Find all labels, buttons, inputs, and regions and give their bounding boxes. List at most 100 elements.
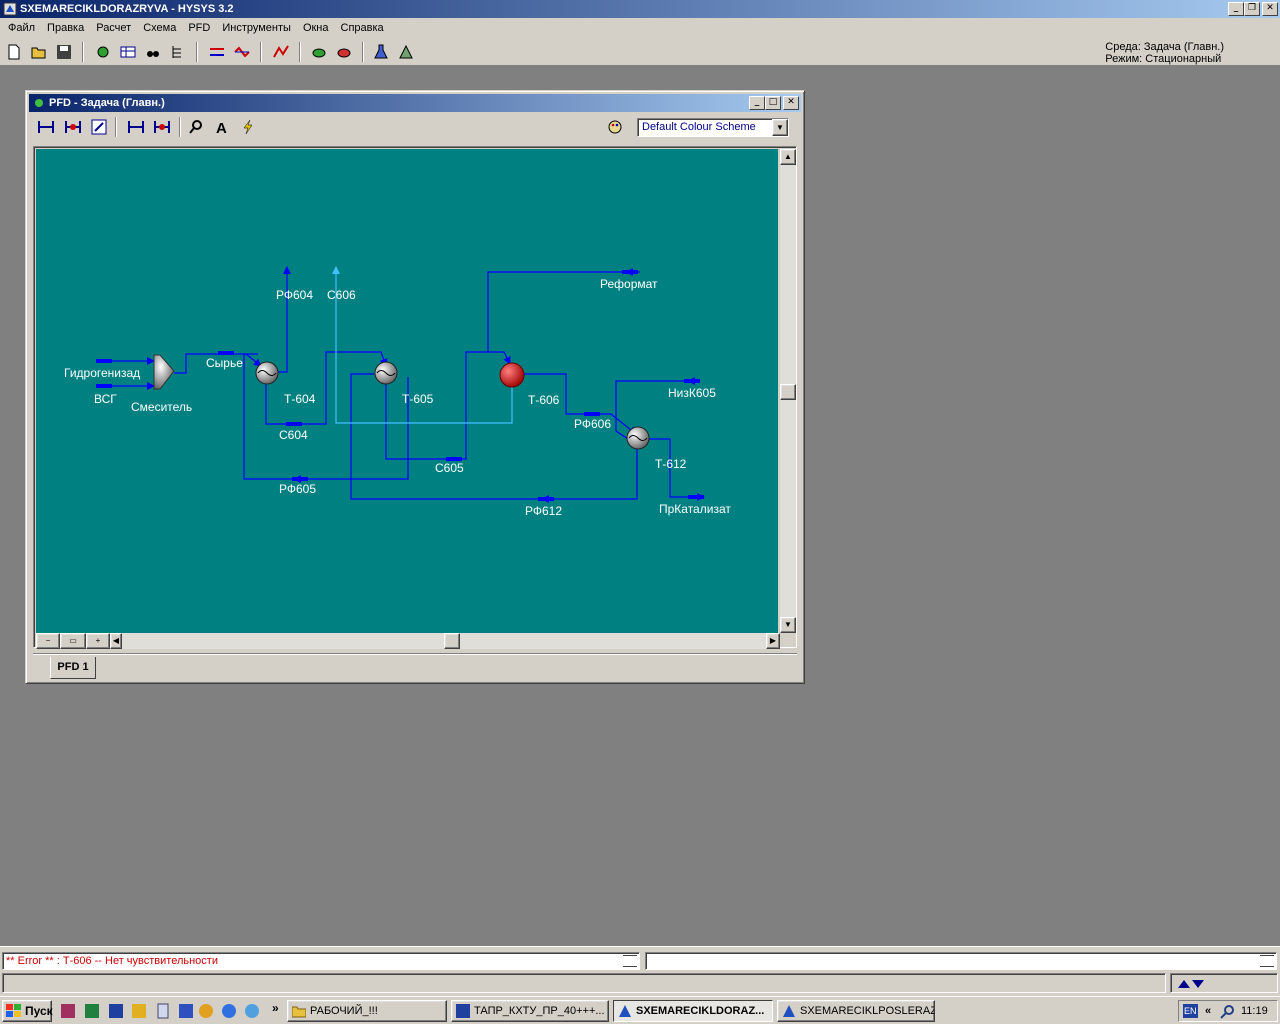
menu-bar: Файл Правка Расчет Схема PFD Инструменты… (0, 18, 1280, 38)
quicklaunch-more-icon[interactable]: » (272, 1001, 279, 1015)
attach-mode-icon[interactable] (125, 116, 147, 138)
resize-handle-icon[interactable] (1260, 955, 1274, 967)
status-area: ** Error ** : Т-606 -- Нет чувствительно… (0, 946, 1280, 996)
taskbar-item-folder[interactable]: РАБОЧИЙ_!!! (287, 1000, 447, 1022)
menu-help[interactable]: Справка (335, 18, 390, 38)
lightning-icon[interactable] (237, 116, 259, 138)
menu-calc[interactable]: Расчет (90, 18, 137, 38)
taskbar-item-hysys-2[interactable]: SXEMARECIKLPOSLERAZ... (777, 1000, 935, 1022)
pfd-window-icon (35, 99, 43, 107)
tray-expand-icon[interactable]: « (1205, 1001, 1211, 1021)
pfd-close-button[interactable]: ✕ (783, 96, 799, 110)
solver-controls (1170, 973, 1278, 993)
taskbar-item-hysys-active[interactable]: SXEMARECIKLDORAZ... (613, 1000, 773, 1022)
reactor-icon[interactable] (395, 41, 417, 63)
up-down-arrows-icon[interactable] (1177, 977, 1205, 989)
horizontal-scrollbar[interactable]: − ▭ + ◀ ▶ (36, 633, 780, 649)
binoculars-icon[interactable] (142, 41, 164, 63)
label-gidro: Гидрогенизад (64, 366, 140, 380)
reactor-t606[interactable] (499, 362, 525, 388)
media-player-icon[interactable] (198, 1003, 214, 1019)
palette-icon[interactable] (604, 116, 626, 138)
vertical-scroll-thumb[interactable] (780, 384, 796, 400)
mixer-unit[interactable] (153, 354, 175, 390)
outlook-icon[interactable] (131, 1003, 147, 1019)
access-icon[interactable] (60, 1003, 76, 1019)
text-label-icon[interactable]: A (211, 116, 233, 138)
label-c606: С606 (327, 288, 356, 302)
menu-pfd[interactable]: PFD (182, 18, 216, 38)
color-scheme-select[interactable]: Default Colour Scheme ▼ (637, 118, 789, 137)
stream-rf612[interactable] (350, 373, 638, 500)
scroll-right-icon[interactable]: ▶ (766, 633, 780, 649)
document-icon[interactable] (155, 1003, 171, 1019)
tab-pfd-1[interactable]: PFD 1 (50, 657, 96, 679)
status-bar (2, 973, 1166, 993)
outlook-express-icon[interactable] (244, 1003, 260, 1019)
label-rf605: РФ605 (279, 482, 316, 496)
label-c605: С605 (435, 461, 464, 475)
object-status-box (645, 952, 1277, 970)
dynamic-mode-icon[interactable] (333, 41, 355, 63)
exchanger-t612[interactable] (626, 426, 650, 450)
energy-stream-icon[interactable] (231, 41, 253, 63)
resize-handle-icon[interactable] (623, 955, 637, 967)
save-icon[interactable] (53, 41, 75, 63)
error-message: ** Error ** : Т-606 -- Нет чувствительно… (6, 955, 218, 967)
pfd-canvas[interactable]: Гидрогенизад ВСГ Смеситель Сырье РФ604 С… (36, 149, 778, 633)
open-folder-icon[interactable] (28, 41, 50, 63)
menu-file[interactable]: Файл (2, 18, 41, 38)
flowsheet-diagram[interactable]: Гидрогенизад ВСГ Смеситель Сырье РФ604 С… (36, 149, 778, 633)
publisher-icon[interactable] (178, 1003, 194, 1019)
label-rf606: РФ606 (574, 417, 611, 431)
taskbar-item-word[interactable]: ТАПР_КХТУ_ПР_40+++... (451, 1000, 609, 1022)
close-button[interactable]: ✕ (1262, 2, 1278, 16)
flask-icon[interactable] (370, 41, 392, 63)
exchanger-t604[interactable] (255, 361, 279, 385)
pfd-minimize-button[interactable]: _ (749, 96, 765, 110)
label-syrie: Сырье (206, 356, 243, 370)
system-tray: EN « 11:19 (1178, 1000, 1278, 1022)
ie-icon[interactable] (221, 1003, 237, 1019)
search-tray-icon[interactable] (1219, 1004, 1235, 1020)
scroll-up-icon[interactable]: ▲ (780, 149, 796, 165)
label-c604: С604 (279, 428, 308, 442)
restore-button[interactable]: ❐ (1244, 2, 1260, 16)
start-button[interactable]: Пуск (2, 1000, 53, 1022)
menu-tools[interactable]: Инструменты (216, 18, 297, 38)
zoom-magnifier-icon[interactable] (185, 116, 207, 138)
scroll-down-icon[interactable]: ▼ (780, 617, 796, 633)
word-icon[interactable] (108, 1003, 124, 1019)
steady-state-icon[interactable] (308, 41, 330, 63)
stream-rf604[interactable] (276, 266, 291, 373)
zoom-fit-button[interactable]: ▭ (60, 633, 86, 649)
trend-icon[interactable] (270, 41, 292, 63)
hysys-app-icon (3, 2, 17, 16)
exchanger-t605[interactable] (374, 361, 398, 385)
minimize-button[interactable]: _ (1228, 2, 1244, 16)
zoom-all-icon[interactable] (62, 116, 84, 138)
vertical-scrollbar[interactable]: ▲ ▼ (780, 149, 796, 633)
fit-window-icon[interactable] (88, 116, 110, 138)
language-indicator[interactable]: EN (1183, 1004, 1198, 1018)
label-t604: Т-604 (284, 392, 316, 406)
excel-icon[interactable] (84, 1003, 100, 1019)
workbook-icon[interactable] (92, 41, 114, 63)
window-controls: _ ❐ ✕ (1228, 2, 1278, 16)
spreadsheet-icon[interactable] (117, 41, 139, 63)
pfd-maximize-button[interactable]: □ (765, 96, 781, 110)
horizontal-scroll-thumb[interactable] (444, 633, 460, 649)
zoom-in-button[interactable]: + (86, 633, 110, 649)
size-mode-icon[interactable] (35, 116, 57, 138)
new-file-icon[interactable] (3, 41, 25, 63)
label-vsg: ВСГ (94, 392, 117, 406)
material-stream-icon[interactable] (206, 41, 228, 63)
dropdown-arrow-icon[interactable]: ▼ (772, 119, 788, 136)
menu-flowsheet[interactable]: Схема (137, 18, 182, 38)
menu-edit[interactable]: Правка (41, 18, 90, 38)
auto-position-icon[interactable] (151, 116, 173, 138)
scroll-left-icon[interactable]: ◀ (110, 633, 122, 649)
menu-windows[interactable]: Окна (297, 18, 335, 38)
object-navigator-icon[interactable] (167, 41, 189, 63)
zoom-out-button[interactable]: − (36, 633, 60, 649)
